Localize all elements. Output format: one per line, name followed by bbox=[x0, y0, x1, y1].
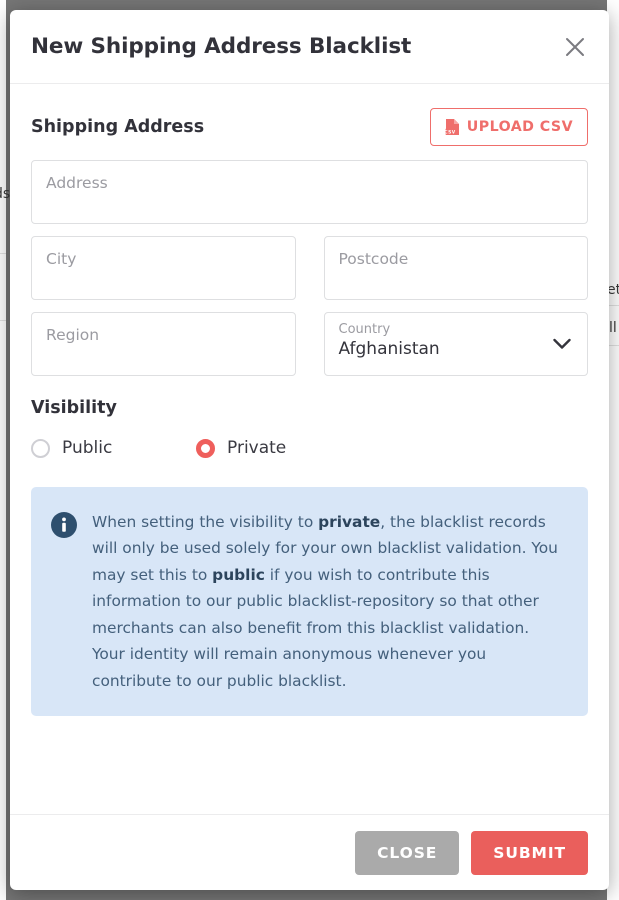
background-text-right-bottom: ll bbox=[609, 320, 617, 336]
shipping-address-section-header: Shipping Address CSV UPLOAD CSV bbox=[31, 106, 588, 148]
background-divider bbox=[0, 320, 6, 321]
visibility-info-text: When setting the visibility to private, … bbox=[92, 513, 558, 690]
background-text-left: ds bbox=[0, 186, 11, 202]
csv-file-icon: CSV bbox=[444, 118, 460, 136]
city-postcode-row: City Postcode bbox=[31, 236, 588, 300]
region-placeholder: Region bbox=[46, 326, 100, 344]
submit-button[interactable]: SUBMIT bbox=[471, 830, 588, 875]
dialog-body: Shipping Address CSV UPLOAD CSV Address bbox=[10, 84, 609, 814]
visibility-title: Visibility bbox=[31, 398, 117, 418]
city-field[interactable]: City bbox=[31, 236, 296, 300]
country-label: Country bbox=[338, 322, 391, 337]
upload-csv-button[interactable]: CSV UPLOAD CSV bbox=[429, 108, 588, 146]
country-value: Afghanistan bbox=[338, 339, 440, 360]
info-circle-icon bbox=[51, 512, 77, 538]
chevron-down-icon bbox=[553, 335, 571, 354]
country-select[interactable]: Country Afghanistan bbox=[323, 312, 588, 376]
radio-option-public[interactable]: Public bbox=[31, 438, 196, 458]
radio-private-indicator bbox=[196, 438, 215, 458]
address-row: Address bbox=[31, 160, 588, 224]
region-field[interactable]: Region bbox=[31, 312, 296, 376]
radio-option-private[interactable]: Private bbox=[196, 438, 286, 458]
close-icon[interactable] bbox=[558, 30, 592, 64]
city-placeholder: City bbox=[46, 250, 77, 268]
upload-csv-label: UPLOAD CSV bbox=[466, 119, 573, 135]
address-field[interactable]: Address bbox=[31, 160, 588, 224]
dialog-footer: CLOSE SUBMIT bbox=[10, 814, 609, 890]
dialog-header: New Shipping Address Blacklist bbox=[10, 10, 609, 84]
svg-text:CSV: CSV bbox=[445, 130, 456, 136]
background-divider bbox=[0, 253, 6, 254]
visibility-info-box: When setting the visibility to private, … bbox=[31, 487, 588, 717]
close-button[interactable]: CLOSE bbox=[355, 830, 460, 875]
radio-public-indicator bbox=[31, 438, 50, 458]
postcode-field[interactable]: Postcode bbox=[323, 236, 588, 300]
address-placeholder: Address bbox=[46, 174, 108, 192]
radio-public-label: Public bbox=[62, 438, 113, 458]
region-country-row: Region Country Afghanistan bbox=[31, 312, 588, 376]
new-shipping-address-blacklist-dialog: New Shipping Address Blacklist Shipping … bbox=[10, 10, 609, 890]
section-title-shipping-address: Shipping Address bbox=[31, 117, 205, 137]
background-page-edge-left bbox=[0, 0, 6, 900]
visibility-radio-group: Public Private bbox=[31, 431, 588, 465]
postcode-placeholder: Postcode bbox=[338, 250, 409, 268]
page-title: New Shipping Address Blacklist bbox=[31, 34, 412, 59]
radio-private-label: Private bbox=[227, 438, 287, 458]
